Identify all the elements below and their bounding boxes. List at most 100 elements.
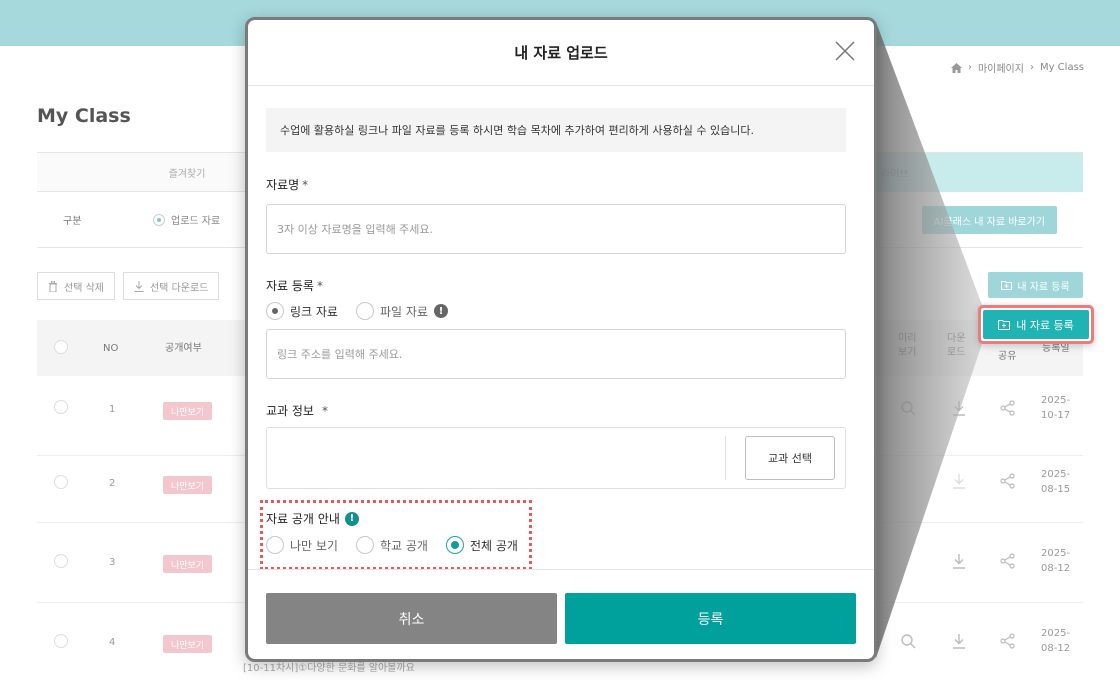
radio-icon <box>266 302 284 320</box>
radio-all-label: 전체 공개 <box>469 538 518 553</box>
radio-icon <box>266 536 284 554</box>
filter-label: 구분 <box>63 216 82 227</box>
header-no: NO <box>103 343 119 354</box>
subject-select-button[interactable]: 교과 선택 <box>745 436 835 480</box>
modal-title: 내 자료 업로드 <box>514 44 608 62</box>
radio-icon <box>355 536 374 554</box>
header-date: 등록일 <box>1042 343 1070 354</box>
breadcrumb: › 마이페이지 › My Class <box>950 60 1084 75</box>
radio-school-label: 학교 공개 <box>379 538 428 553</box>
name-field-label: 자료명 * <box>266 176 308 193</box>
subject-info-box: 교과 선택 <box>266 427 846 489</box>
subject-label-text: 교과 정보 <box>266 404 314 418</box>
row-date: 2025- 08-12 <box>1041 628 1071 654</box>
public-label-text: 자료 공개 안내 <box>266 512 340 526</box>
radio-all-public[interactable]: 전체 공개 <box>445 536 518 554</box>
breadcrumb-mypage[interactable]: 마이페이지 <box>978 60 1024 75</box>
header-preview: 미리 보기 <box>898 333 917 358</box>
tab-ai-class[interactable]: 라이브 <box>843 153 1083 192</box>
subject-field-label: 교과 정보 * <box>266 402 328 419</box>
row-date: 2025- 08-12 <box>1041 548 1071 574</box>
header-share: 공유 <box>998 351 1017 362</box>
share-icon[interactable] <box>1000 473 1016 489</box>
download-icon[interactable] <box>952 633 966 649</box>
chevron-right-icon: › <box>967 62 972 73</box>
upload-modal: 내 자료 업로드 수업에 활용하실 링크나 파일 자료를 등록 하시면 학습 목… <box>245 17 877 662</box>
search-icon[interactable] <box>900 633 916 649</box>
download-icon[interactable] <box>952 400 966 416</box>
submit-button[interactable]: 등록 <box>565 593 856 644</box>
header-visibility: 공개여부 <box>165 343 202 354</box>
page-title: My Class <box>37 105 131 127</box>
register-material-label-bg: 내 자료 등록 <box>1017 281 1070 293</box>
info-icon[interactable]: ! <box>344 511 359 526</box>
trash-icon <box>49 280 57 292</box>
header-download: 다운 로드 <box>947 333 966 358</box>
download-icon[interactable] <box>952 553 966 569</box>
radio-only-me[interactable]: 나만 보기 <box>266 536 338 554</box>
select-all-checkbox[interactable] <box>54 340 68 354</box>
home-icon[interactable] <box>950 62 962 73</box>
material-name-input[interactable] <box>266 204 846 254</box>
search-icon[interactable] <box>900 400 916 416</box>
folder-plus-icon <box>998 319 1011 330</box>
row-date: 2025- 08-15 <box>1041 469 1071 495</box>
radio-icon <box>445 536 464 554</box>
info-icon[interactable]: ! <box>433 304 448 318</box>
radio-icon <box>355 302 374 320</box>
download-selected-label: 선택 다운로드 <box>149 282 209 294</box>
public-field-label: 자료 공개 안내 ! <box>266 510 359 527</box>
row-checkbox[interactable] <box>54 634 68 648</box>
close-icon[interactable] <box>834 40 856 62</box>
required-mark: * <box>302 178 309 192</box>
chevron-right-icon: › <box>1029 62 1034 73</box>
radio-icon <box>153 213 165 226</box>
register-highlight-frame: 내 자료 등록 <box>978 305 1094 344</box>
ai-class-shortcut-button[interactable]: AI클래스 내 자료 바로가기 <box>921 206 1057 234</box>
radio-file-material[interactable]: 파일 자료 <box>355 302 428 320</box>
modal-footer: 취소 등록 <box>248 569 874 659</box>
register-label-text: 자료 등록 <box>266 279 314 293</box>
filter-upload-label: 업로드 자료 <box>171 216 221 227</box>
folder-plus-icon <box>1001 281 1013 290</box>
visibility-badge: 나만보기 <box>163 555 213 573</box>
register-material-button[interactable]: 내 자료 등록 <box>983 310 1089 339</box>
download-selected-button[interactable]: 선택 다운로드 <box>122 272 220 300</box>
share-icon[interactable] <box>1000 553 1016 569</box>
register-field-label: 자료 등록 * <box>266 277 323 294</box>
row-no: 4 <box>109 637 116 648</box>
visibility-badge: 나만보기 <box>163 402 213 420</box>
link-url-input[interactable] <box>266 329 846 379</box>
register-material-button-bg[interactable]: 내 자료 등록 <box>988 272 1083 298</box>
info-message: 수업에 활용하실 링크나 파일 자료를 등록 하시면 학습 목차에 추가하여 편… <box>266 108 846 152</box>
radio-only-me-label: 나만 보기 <box>290 538 338 553</box>
row-checkbox[interactable] <box>54 475 68 489</box>
required-mark: * <box>321 404 328 418</box>
radio-school-public[interactable]: 학교 공개 <box>355 536 428 554</box>
delete-selected-button[interactable]: 선택 삭제 <box>37 272 115 300</box>
filter-upload-radio[interactable]: 업로드 자료 <box>153 212 220 227</box>
row-checkbox[interactable] <box>54 554 68 568</box>
share-icon[interactable] <box>1000 400 1016 416</box>
register-material-label: 내 자료 등록 <box>1016 318 1074 332</box>
modal-body: 수업에 활용하실 링크나 파일 자료를 등록 하시면 학습 목차에 추가하여 편… <box>248 86 874 569</box>
breadcrumb-myclass[interactable]: My Class <box>1040 62 1084 73</box>
row-no: 1 <box>109 404 116 415</box>
divider <box>725 436 726 480</box>
row-checkbox[interactable] <box>54 400 68 414</box>
row-date: 2025- 10-17 <box>1041 395 1071 421</box>
cancel-button[interactable]: 취소 <box>266 593 557 644</box>
radio-file-label: 파일 자료 <box>379 304 428 319</box>
modal-header: 내 자료 업로드 <box>248 20 874 86</box>
public-radios: 나만 보기 학교 공개 전체 공개 <box>266 536 536 554</box>
delete-selected-label: 선택 삭제 <box>64 282 104 294</box>
share-icon[interactable] <box>1000 633 1016 649</box>
action-buttons: 선택 삭제 선택 다운로드 <box>37 272 220 300</box>
radio-link-material[interactable]: 링크 자료 <box>266 302 338 320</box>
visibility-badge: 나만보기 <box>163 635 213 653</box>
row-no: 3 <box>109 557 116 568</box>
register-type-radios: 링크 자료 파일 자료 ! <box>266 302 448 320</box>
download-icon[interactable] <box>952 473 966 489</box>
radio-link-label: 링크 자료 <box>290 304 338 319</box>
visibility-badge: 나만보기 <box>163 476 213 494</box>
